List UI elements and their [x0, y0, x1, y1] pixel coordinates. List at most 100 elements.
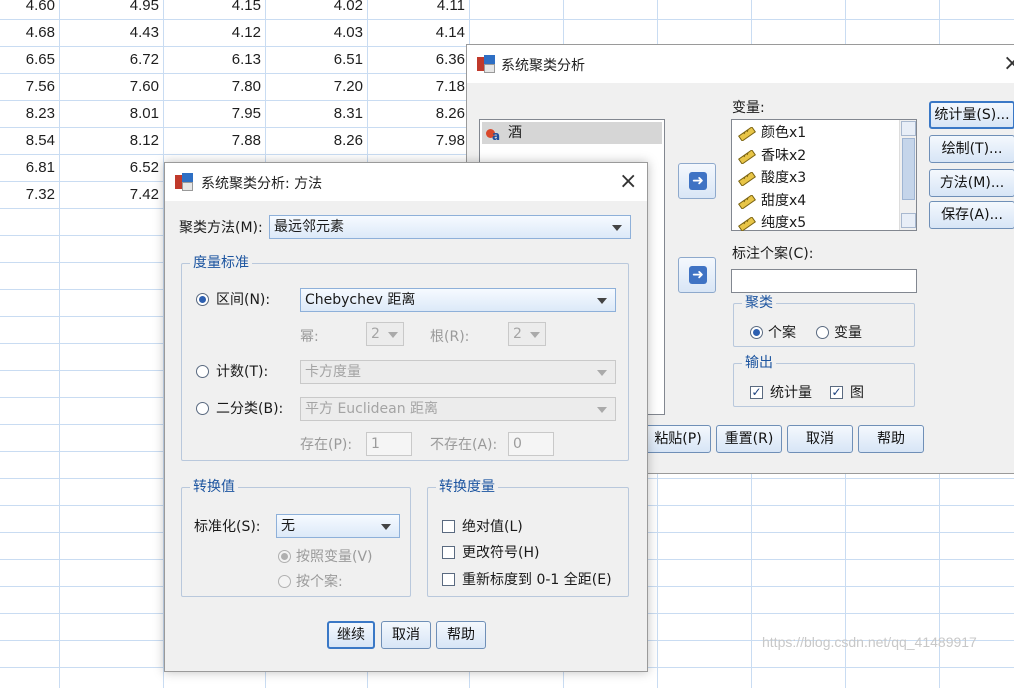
statistics-button[interactable]: 统计量(S)... — [929, 101, 1014, 129]
absolute-checkbox[interactable] — [442, 520, 455, 533]
table-cell[interactable]: 4.14 — [367, 19, 469, 46]
by-variable-radio[interactable] — [278, 550, 291, 563]
main-help-button[interactable]: 帮助 — [858, 425, 924, 453]
table-cell[interactable]: 8.26 — [367, 100, 469, 127]
method-button[interactable]: 方法(M)... — [929, 169, 1014, 197]
table-cell[interactable]: 7.80 — [163, 73, 265, 100]
by-variable-label: 按照变量(V) — [296, 549, 373, 565]
counts-radio[interactable] — [196, 365, 209, 378]
main-cancel-button[interactable]: 取消 — [787, 425, 853, 453]
plots-button[interactable]: 绘制(T)... — [929, 135, 1014, 163]
counts-label: 计数(T): — [216, 364, 269, 380]
table-cell[interactable]: 7.88 — [163, 127, 265, 154]
root-label: 根(R): — [430, 329, 470, 345]
table-cell[interactable]: 7.95 — [163, 100, 265, 127]
move-to-label-cases-button[interactable]: ➜ — [678, 257, 716, 293]
change-sign-checkbox[interactable] — [442, 546, 455, 559]
list-item[interactable]: 香味x2 — [738, 145, 806, 167]
continue-button[interactable]: 继续 — [327, 621, 375, 649]
cluster-variables-radio[interactable] — [816, 326, 829, 339]
table-cell[interactable]: 6.36 — [367, 46, 469, 73]
binary-radio[interactable] — [196, 402, 209, 415]
table-cell[interactable]: 8.01 — [59, 100, 163, 127]
table-cell[interactable]: 4.02 — [265, 0, 367, 19]
main-dialog-title: 系统聚类分析 — [501, 58, 585, 74]
table-cell[interactable]: 6.13 — [163, 46, 265, 73]
output-group-title: 输出 — [742, 354, 776, 372]
interval-measure-select[interactable]: Chebychev 距离 — [300, 288, 616, 312]
cluster-method-value: 最远邻元素 — [274, 219, 344, 235]
present-label: 存在(P): — [300, 437, 353, 453]
list-item[interactable]: 纯度x5 — [738, 212, 806, 234]
table-cell[interactable]: 6.51 — [265, 46, 367, 73]
variables-scrollbar[interactable] — [899, 120, 916, 230]
table-cell[interactable]: 8.31 — [265, 100, 367, 127]
arrow-right-icon: ➜ — [689, 266, 707, 284]
by-case-radio[interactable] — [278, 575, 291, 588]
table-cell[interactable]: 7.60 — [59, 73, 163, 100]
table-cell[interactable]: 8.12 — [59, 127, 163, 154]
table-row: 8.54 8.12 7.88 8.26 7.98 — [0, 127, 470, 154]
ruler-icon — [738, 171, 756, 187]
variables-list[interactable]: 颜色x1 香味x2 酸度x3 甜度x4 纯度x5 — [731, 119, 917, 234]
scroll-thumb[interactable] — [902, 138, 915, 200]
list-item[interactable]: 甜度x4 — [738, 190, 806, 212]
interval-radio[interactable] — [196, 293, 209, 306]
table-row: 8.23 8.01 7.95 8.31 8.26 — [0, 100, 470, 127]
table-cell[interactable]: 7.32 — [0, 181, 59, 208]
cluster-cases-radio[interactable] — [750, 326, 763, 339]
table-cell[interactable]: 4.11 — [367, 0, 469, 19]
table-cell[interactable]: 7.98 — [367, 127, 469, 154]
move-to-variables-button[interactable]: ➜ — [678, 163, 716, 199]
scroll-up-icon[interactable] — [901, 121, 916, 136]
close-icon[interactable]: × — [619, 171, 637, 193]
table-cell[interactable]: 4.12 — [163, 19, 265, 46]
rescale-checkbox[interactable] — [442, 573, 455, 586]
absent-field[interactable]: 0 — [508, 432, 554, 456]
watermark: https://blog.csdn.net/qq_41489917 — [762, 634, 977, 650]
table-cell[interactable]: 8.54 — [0, 127, 59, 154]
table-cell[interactable]: 7.20 — [265, 73, 367, 100]
binary-measure-select[interactable]: 平方 Euclidean 距离 — [300, 397, 616, 421]
list-item[interactable]: 酸度x3 — [738, 167, 806, 189]
table-cell[interactable]: 4.15 — [163, 0, 265, 19]
rescale-label: 重新标度到 0-1 全距(E) — [462, 572, 612, 588]
label-cases-field[interactable] — [731, 269, 917, 293]
cluster-method-select[interactable]: 最远邻元素 — [269, 215, 631, 239]
reset-button[interactable]: 重置(R) — [716, 425, 782, 453]
table-cell[interactable]: 6.52 — [59, 154, 163, 181]
absent-label: 不存在(A): — [430, 437, 498, 453]
table-cell[interactable]: 6.81 — [0, 154, 59, 181]
method-cancel-button[interactable]: 取消 — [381, 621, 431, 649]
table-cell[interactable]: 7.56 — [0, 73, 59, 100]
paste-button[interactable]: 粘贴(P) — [645, 425, 711, 453]
table-cell[interactable]: 4.95 — [59, 0, 163, 19]
table-cell[interactable]: 7.42 — [59, 181, 163, 208]
method-help-button[interactable]: 帮助 — [436, 621, 486, 649]
power-select[interactable]: 2 — [366, 322, 404, 346]
table-cell[interactable]: 6.65 — [0, 46, 59, 73]
save-button[interactable]: 保存(A)... — [929, 201, 1014, 229]
binary-label: 二分类(B): — [216, 401, 284, 417]
table-cell[interactable]: 4.43 — [59, 19, 163, 46]
table-cell[interactable]: 6.72 — [59, 46, 163, 73]
close-icon[interactable]: × — [1003, 53, 1014, 75]
table-cell[interactable]: 4.03 — [265, 19, 367, 46]
list-item[interactable]: a 酒 — [482, 122, 662, 144]
variable-label: 甜度x4 — [761, 192, 807, 209]
output-statistics-checkbox[interactable]: ✓ — [750, 386, 763, 399]
cluster-method-dialog: 系统聚类分析: 方法 × 聚类方法(M): 最远邻元素 度量标准 区间(N): … — [164, 162, 648, 672]
present-field[interactable]: 1 — [366, 432, 412, 456]
table-cell[interactable]: 8.23 — [0, 100, 59, 127]
binary-measure-value: 平方 Euclidean 距离 — [305, 401, 439, 417]
scroll-down-icon[interactable] — [901, 213, 916, 228]
output-plots-checkbox[interactable]: ✓ — [830, 386, 843, 399]
table-cell[interactable]: 8.26 — [265, 127, 367, 154]
table-cell[interactable]: 4.68 — [0, 19, 59, 46]
table-cell[interactable]: 7.18 — [367, 73, 469, 100]
counts-measure-select[interactable]: 卡方度量 — [300, 360, 616, 384]
root-select[interactable]: 2 — [508, 322, 546, 346]
list-item[interactable]: 颜色x1 — [738, 122, 806, 144]
table-cell[interactable]: 4.60 — [0, 0, 59, 19]
standardize-select[interactable]: 无 — [276, 514, 400, 538]
